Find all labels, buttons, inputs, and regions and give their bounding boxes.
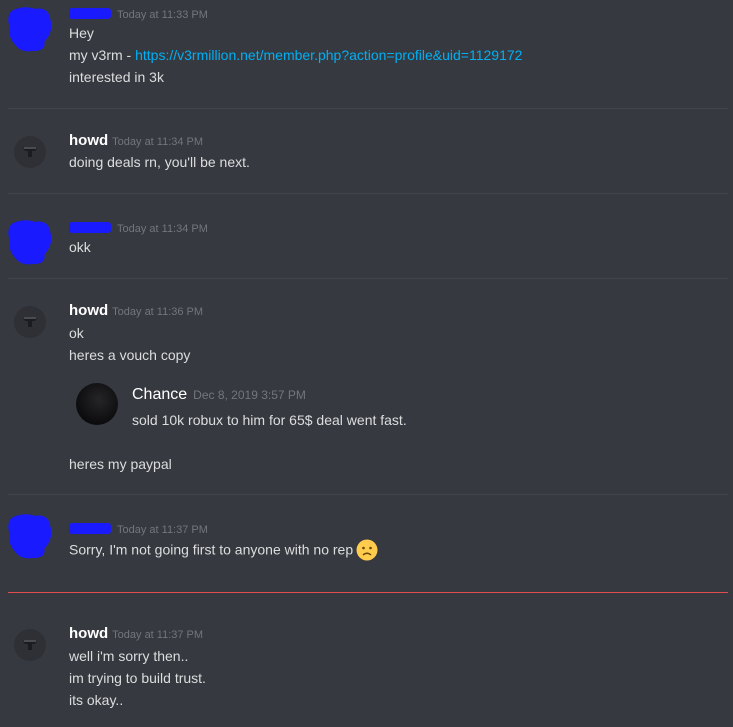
message-text: Hey bbox=[69, 25, 94, 41]
message-divider bbox=[8, 278, 728, 279]
message-divider bbox=[8, 494, 728, 495]
message-header: Today at 11:37 PM bbox=[69, 520, 208, 538]
message-header: Today at 11:33 PM bbox=[69, 5, 208, 23]
new-messages-divider bbox=[8, 592, 728, 593]
username-redacted[interactable] bbox=[69, 222, 111, 234]
message-text: interested in 3k bbox=[69, 69, 164, 85]
message-text: im trying to build trust. bbox=[69, 670, 206, 686]
message-text: heres a vouch copy bbox=[69, 347, 191, 363]
message-text: my v3rm - https://v3rmillion.net/member.… bbox=[69, 47, 522, 63]
username[interactable]: howd bbox=[69, 132, 108, 149]
link-prefix: my v3rm - bbox=[69, 47, 136, 63]
timestamp: Today at 11:37 PM bbox=[112, 629, 204, 641]
message-text: well i'm sorry then.. bbox=[69, 648, 189, 664]
username-redacted[interactable] bbox=[69, 8, 111, 20]
timestamp: Today at 11:34 PM bbox=[117, 223, 208, 235]
username[interactable]: howd bbox=[69, 302, 108, 319]
message-text: okk bbox=[69, 239, 91, 255]
quote-timestamp: Dec 8, 2019 3:57 PM bbox=[193, 388, 306, 402]
username-redacted[interactable] bbox=[69, 523, 111, 535]
message-content: Sorry, I'm not going first to anyone wit… bbox=[69, 541, 354, 558]
timestamp: Today at 11:37 PM bbox=[117, 524, 208, 536]
message-text: ok bbox=[69, 325, 84, 341]
message-header: Today at 11:34 PM bbox=[69, 219, 208, 237]
avatar-howd[interactable] bbox=[14, 306, 46, 338]
avatar-redacted[interactable] bbox=[6, 509, 54, 561]
avatar-howd[interactable] bbox=[14, 136, 46, 168]
timestamp: Today at 11:33 PM bbox=[117, 9, 208, 21]
message-text: heres my paypal bbox=[69, 456, 172, 472]
frowning-face-icon bbox=[356, 539, 378, 561]
quote-username[interactable]: Chance bbox=[132, 386, 187, 403]
message-header: howd Today at 11:34 PM bbox=[69, 132, 203, 150]
message-text: doing deals rn, you'll be next. bbox=[69, 154, 250, 170]
profile-link[interactable]: https://v3rmillion.net/member.php?action… bbox=[135, 47, 522, 63]
quote-avatar[interactable] bbox=[76, 383, 118, 425]
quote-header: Chance Dec 8, 2019 3:57 PM bbox=[132, 386, 306, 404]
username[interactable]: howd bbox=[69, 625, 108, 642]
message-header: howd Today at 11:37 PM bbox=[69, 625, 203, 643]
message-divider bbox=[8, 193, 728, 194]
quote-text: sold 10k robux to him for 65$ deal went … bbox=[132, 412, 407, 428]
message-text: its okay.. bbox=[69, 692, 124, 708]
message-divider bbox=[8, 108, 728, 109]
message-text: Sorry, I'm not going first to anyone wit… bbox=[69, 539, 378, 562]
timestamp: Today at 11:36 PM bbox=[112, 306, 204, 318]
avatar-redacted[interactable] bbox=[6, 215, 54, 267]
avatar-redacted[interactable] bbox=[6, 2, 54, 54]
message-header: howd Today at 11:36 PM bbox=[69, 302, 203, 320]
timestamp: Today at 11:34 PM bbox=[112, 136, 204, 148]
avatar-howd[interactable] bbox=[14, 629, 46, 661]
